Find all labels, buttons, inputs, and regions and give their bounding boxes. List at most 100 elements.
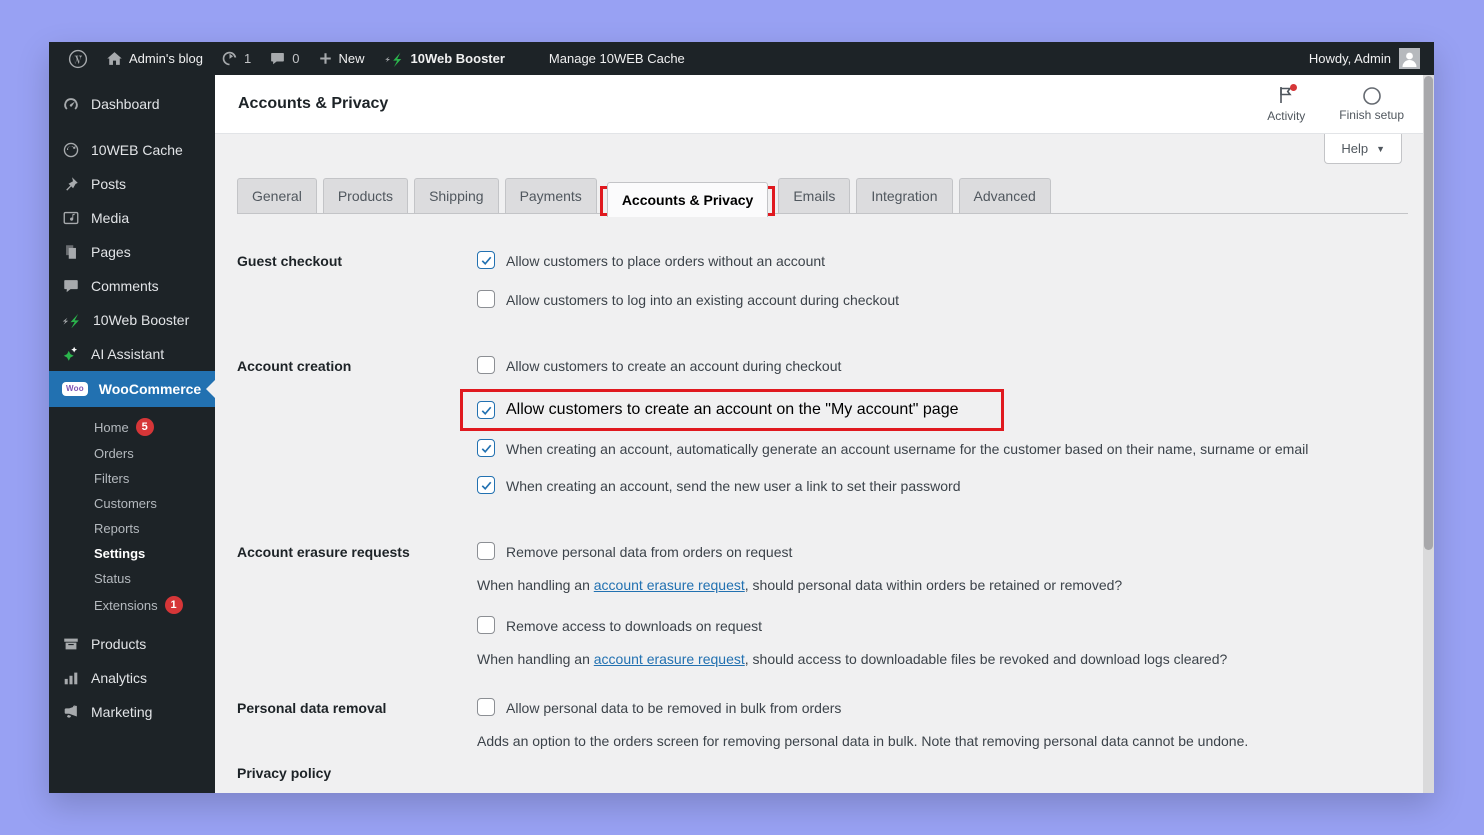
avatar[interactable]	[1399, 48, 1420, 69]
tab-integration[interactable]: Integration	[856, 178, 953, 213]
media-icon	[63, 211, 79, 225]
submenu-item-status[interactable]: Status	[49, 566, 215, 591]
vertical-scrollbar[interactable]	[1423, 75, 1434, 793]
setting-row: Allow customers to place orders without …	[477, 251, 1408, 271]
submenu-item-filters[interactable]: Filters	[49, 466, 215, 491]
setting-row: Allow customers to log into an existing …	[477, 290, 1408, 310]
finish-setup-button[interactable]: Finish setup	[1339, 86, 1404, 122]
sidebar-item-woocommerce[interactable]: Woo WooCommerce	[49, 371, 215, 407]
submenu-item-settings[interactable]: Settings	[49, 541, 215, 566]
checkbox-unchecked[interactable]	[477, 356, 495, 374]
checkbox-label[interactable]: Allow customers to place orders without …	[506, 251, 825, 271]
checkbox-label[interactable]: When creating an account, automatically …	[506, 439, 1308, 459]
browser-window: Admin's blog 1 0 New 10Web Booster Manag…	[49, 42, 1434, 793]
tab-general[interactable]: General	[237, 178, 317, 213]
current-menu-arrow	[206, 380, 215, 398]
helper-text: Adds an option to the orders screen for …	[477, 731, 1408, 751]
tab-emails[interactable]: Emails	[778, 178, 851, 213]
submenu-item-extensions[interactable]: Extensions 1	[49, 591, 215, 619]
wordpress-logo-icon	[68, 49, 88, 68]
wordpress-logo-menu[interactable]	[59, 42, 97, 75]
checkbox-label[interactable]: Allow customers to create an account dur…	[506, 356, 841, 376]
booster-lightning-icon	[384, 52, 401, 67]
checkbox-label[interactable]: Remove access to downloads on request	[506, 616, 762, 636]
checkbox-label[interactable]: Allow customers to create an account on …	[506, 401, 959, 419]
activity-button[interactable]: Activity	[1267, 83, 1305, 123]
checkbox-unchecked[interactable]	[477, 616, 495, 634]
site-menu[interactable]: Admin's blog	[97, 42, 212, 75]
erasure-request-link[interactable]: account erasure request	[594, 577, 745, 593]
sidebar-item-pages[interactable]: Pages	[49, 235, 215, 269]
sidebar-item-posts[interactable]: Posts	[49, 167, 215, 201]
sidebar-label: Comments	[91, 278, 159, 294]
sidebar-item-comments[interactable]: Comments	[49, 269, 215, 303]
sidebar-label: 10WEB Cache	[91, 142, 183, 158]
tab-advanced[interactable]: Advanced	[958, 178, 1051, 213]
dashboard-gauge-icon	[64, 98, 78, 110]
checkbox-checked[interactable]	[477, 476, 495, 494]
marketing-megaphone-icon	[64, 705, 77, 718]
help-dropdown-button[interactable]: Help ▼	[1324, 134, 1402, 164]
submenu-item-home[interactable]: Home 5	[49, 413, 215, 441]
new-content-menu[interactable]: New	[309, 42, 374, 75]
tab-products[interactable]: Products	[322, 178, 409, 213]
booster-menu[interactable]: 10Web Booster	[374, 42, 514, 75]
section-label: Account creation	[237, 358, 352, 374]
settings-tabs: General Products Shipping Payments Accou…	[237, 178, 1408, 217]
sidebar-item-marketing[interactable]: Marketing	[49, 695, 215, 729]
updates-count: 1	[244, 51, 252, 66]
howdy-text[interactable]: Howdy, Admin	[1309, 51, 1391, 66]
comments-icon	[271, 52, 285, 65]
tab-shipping[interactable]: Shipping	[414, 178, 499, 213]
submenu-item-orders[interactable]: Orders	[49, 441, 215, 466]
checkbox-label[interactable]: Allow personal data to be removed in bul…	[506, 698, 841, 718]
settings-page: Help ▼ General Products Shipping Payment…	[215, 134, 1434, 793]
checkbox-checked[interactable]	[477, 401, 495, 419]
sidebar-label: Analytics	[91, 670, 148, 686]
setting-row: When creating an account, send the new u…	[477, 476, 1408, 496]
submenu-item-customers[interactable]: Customers	[49, 491, 215, 516]
main-area: Dashboard 10WEB Cache Posts Media Pages …	[49, 75, 1434, 793]
updates-menu[interactable]: 1	[212, 42, 260, 75]
extensions-badge: 1	[164, 596, 183, 614]
sidebar-item-10web-booster[interactable]: 10Web Booster	[49, 303, 215, 337]
checkbox-unchecked[interactable]	[477, 542, 495, 560]
sidebar-item-10web-cache[interactable]: 10WEB Cache	[49, 133, 215, 167]
settings-form: Guest checkout Allow customers to place …	[237, 214, 1408, 781]
checkbox-checked[interactable]	[477, 439, 495, 457]
sidebar-item-analytics[interactable]: Analytics	[49, 661, 215, 695]
user-avatar-icon	[1399, 48, 1420, 69]
woocommerce-submenu: Home 5 Orders Filters Customers Reports …	[49, 407, 215, 627]
header-actions: Activity Finish setup	[1267, 83, 1404, 123]
tab-payments[interactable]: Payments	[504, 178, 597, 213]
checkbox-label[interactable]: Allow customers to log into an existing …	[506, 290, 899, 310]
scrollbar-thumb[interactable]	[1424, 76, 1433, 550]
submenu-label: Customers	[94, 496, 157, 511]
checkbox-label[interactable]: Remove personal data from orders on requ…	[506, 542, 792, 562]
comments-menu[interactable]: 0	[260, 42, 308, 75]
submenu-label: Settings	[94, 546, 146, 561]
checkbox-label[interactable]: When creating an account, send the new u…	[506, 476, 960, 496]
analytics-bars-icon	[64, 672, 78, 685]
ai-sparkle-icon	[63, 346, 78, 361]
sidebar-item-products[interactable]: Products	[49, 627, 215, 661]
admin-sidebar: Dashboard 10WEB Cache Posts Media Pages …	[49, 75, 215, 793]
helper-suffix: , should personal data within orders be …	[744, 577, 1123, 593]
sidebar-label: WooCommerce	[98, 381, 202, 397]
sidebar-item-media[interactable]: Media	[49, 201, 215, 235]
erasure-request-link[interactable]: account erasure request	[594, 651, 745, 667]
admin-bar-right: Howdy, Admin	[1309, 48, 1424, 69]
sidebar-item-ai-assistant[interactable]: AI Assistant	[49, 337, 215, 371]
checkbox-checked[interactable]	[477, 251, 495, 269]
checkbox-unchecked[interactable]	[477, 290, 495, 308]
setting-row: When creating an account, automatically …	[477, 439, 1408, 459]
submenu-item-reports[interactable]: Reports	[49, 516, 215, 541]
tab-accounts-privacy[interactable]: Accounts & Privacy	[606, 182, 769, 217]
section-account-creation: Account creation Allow customers to crea…	[237, 356, 1408, 513]
setting-row: Remove access to downloads on request	[477, 616, 1408, 636]
manage-cache-menu[interactable]: Manage 10WEB Cache	[540, 42, 694, 75]
helper-prefix: When handling an	[477, 577, 594, 593]
sidebar-item-dashboard[interactable]: Dashboard	[49, 87, 215, 121]
checkbox-unchecked[interactable]	[477, 698, 495, 716]
setup-progress-circle-icon	[1362, 87, 1381, 105]
